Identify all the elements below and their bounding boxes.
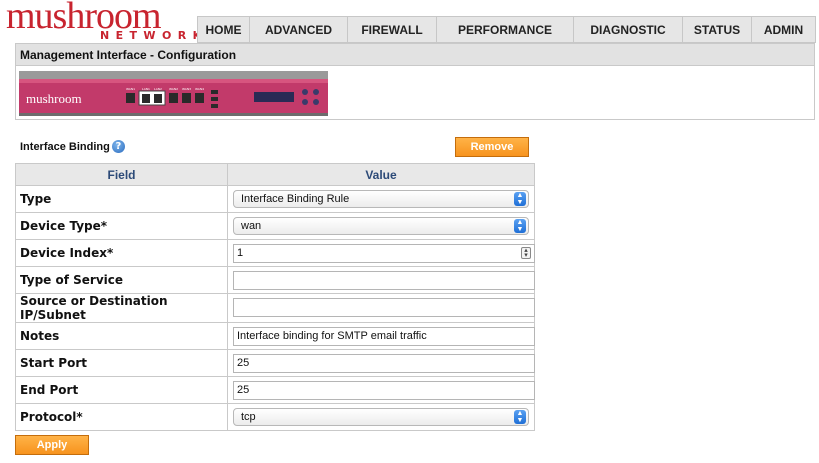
field-label-protocol: Protocol* <box>15 403 228 431</box>
brand-logo: mushroom NETWORKS <box>4 0 215 44</box>
table-header-row: Field Value <box>15 163 535 186</box>
table-row: Type of Service <box>15 266 535 294</box>
value-cell <box>227 266 535 294</box>
device-type-select-value: wan <box>241 220 262 232</box>
svg-text:LAN1: LAN1 <box>142 87 150 91</box>
nav-performance[interactable]: PERFORMANCE <box>436 17 573 42</box>
nav-home[interactable]: HOME <box>198 17 249 42</box>
select-arrows-icon: ▲ ▼ <box>514 219 526 233</box>
field-label-end-port: End Port <box>15 376 228 404</box>
table-row: End Port 25 <box>15 376 535 404</box>
value-cell: Interface Binding Rule ▲ ▼ <box>227 185 535 213</box>
table-row: Source or Destination IP/Subnet <box>15 293 535 323</box>
value-cell: Interface binding for SMTP email traffic <box>227 322 535 350</box>
start-port-input[interactable]: 25 <box>233 354 535 373</box>
field-label-device-type: Device Type* <box>15 212 228 240</box>
nav-advanced[interactable]: ADVANCED <box>249 17 347 42</box>
value-cell: 25 <box>227 376 535 404</box>
value-cell: 1 ▴ ▾ <box>227 239 535 267</box>
remove-button[interactable]: Remove <box>455 137 529 157</box>
ip-subnet-input[interactable] <box>233 298 535 317</box>
nav-firewall[interactable]: FIREWALL <box>347 17 436 42</box>
section-title: Interface Binding <box>20 140 110 153</box>
field-column-header: Field <box>15 163 228 186</box>
select-arrows-icon: ▲ ▼ <box>514 410 526 424</box>
svg-text:LAN2: LAN2 <box>154 87 162 91</box>
device-image: mushroom WAN1 LAN1 LAN2 WAN2 WAN3 WAN4 <box>18 68 329 118</box>
notes-input[interactable]: Interface binding for SMTP email traffic <box>233 327 535 346</box>
config-panel: Management Interface - Configuration mus… <box>15 43 815 120</box>
field-label-type-of-service: Type of Service <box>15 266 228 294</box>
type-select-value: Interface Binding Rule <box>241 193 350 205</box>
field-label-ip-subnet: Source or Destination IP/Subnet <box>15 293 228 323</box>
protocol-select[interactable]: tcp ▲ ▼ <box>233 408 529 426</box>
device-index-value: 1 <box>237 247 244 259</box>
select-arrows-icon: ▲ ▼ <box>514 192 526 206</box>
type-of-service-input[interactable] <box>233 271 535 290</box>
main-nav: HOME ADVANCED FIREWALL PERFORMANCE DIAGN… <box>197 16 816 43</box>
value-cell: tcp ▲ ▼ <box>227 403 535 431</box>
config-table: Field Value Type Interface Binding Rule … <box>15 163 535 431</box>
field-label-device-index: Device Index* <box>15 239 228 267</box>
svg-text:WAN2: WAN2 <box>169 87 178 91</box>
nav-status[interactable]: STATUS <box>682 17 751 42</box>
value-column-header: Value <box>227 163 535 186</box>
value-cell: wan ▲ ▼ <box>227 212 535 240</box>
table-row: Device Type* wan ▲ ▼ <box>15 212 535 240</box>
value-cell <box>227 293 535 323</box>
help-icon[interactable]: ? <box>111 140 125 153</box>
end-port-input[interactable]: 25 <box>233 381 535 400</box>
stepper-icon[interactable]: ▴ ▾ <box>521 247 531 259</box>
apply-button[interactable]: Apply <box>15 435 89 455</box>
table-row: Start Port 25 <box>15 349 535 377</box>
protocol-select-value: tcp <box>241 411 256 423</box>
type-select[interactable]: Interface Binding Rule ▲ ▼ <box>233 190 529 208</box>
svg-text:WAN3: WAN3 <box>182 87 191 91</box>
field-label-start-port: Start Port <box>15 349 228 377</box>
value-cell: 25 <box>227 349 535 377</box>
table-row: Protocol* tcp ▲ ▼ <box>15 403 535 431</box>
nav-admin[interactable]: ADMIN <box>751 17 815 42</box>
field-label-type: Type <box>15 185 228 213</box>
svg-text:WAN1: WAN1 <box>126 87 135 91</box>
table-row: Device Index* 1 ▴ ▾ <box>15 239 535 267</box>
page-title: Management Interface - Configuration <box>16 44 814 66</box>
section-header: Interface Binding ? <box>20 140 125 153</box>
device-brand: mushroom <box>26 91 82 106</box>
device-index-input[interactable]: 1 ▴ ▾ <box>233 244 535 263</box>
device-type-select[interactable]: wan ▲ ▼ <box>233 217 529 235</box>
field-label-notes: Notes <box>15 322 228 350</box>
svg-text:WAN4: WAN4 <box>195 87 204 91</box>
nav-diagnostic[interactable]: DIAGNOSTIC <box>573 17 682 42</box>
table-row: Notes Interface binding for SMTP email t… <box>15 322 535 350</box>
table-row: Type Interface Binding Rule ▲ ▼ <box>15 185 535 213</box>
